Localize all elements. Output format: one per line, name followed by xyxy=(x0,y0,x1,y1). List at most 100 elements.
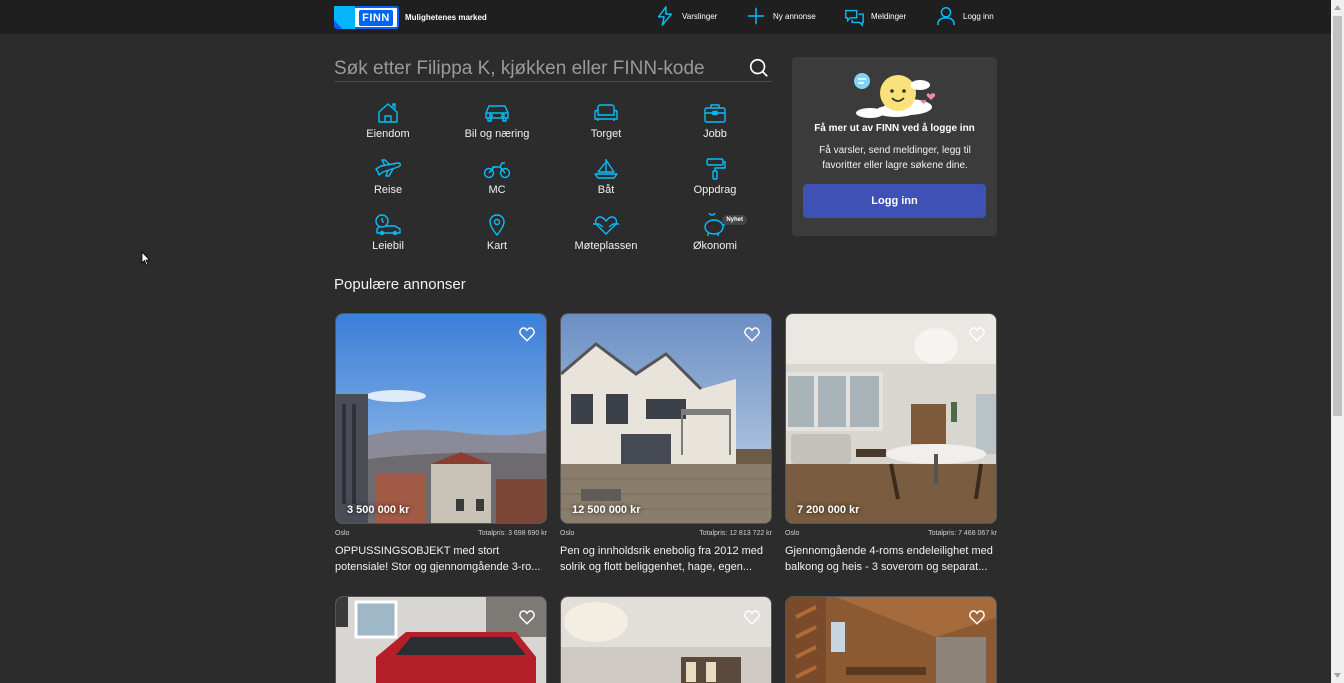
category-reise[interactable]: Reise xyxy=(334,157,442,201)
favorite-heart-icon[interactable] xyxy=(518,608,536,626)
category-moteplassen[interactable]: Møteplassen xyxy=(552,213,660,257)
top-header: FINN Mulighetenes marked Varslinger Ny a… xyxy=(0,0,1331,34)
ad-meta: Oslo Totalpris: 12 813 722 kr xyxy=(560,530,772,537)
ad-card[interactable]: 3 500 000 kr Oslo Totalpris: 3 698 690 k… xyxy=(335,313,547,575)
category-kart[interactable]: Kart xyxy=(443,213,551,257)
category-label: Båt xyxy=(597,184,615,196)
ad-price: 3 500 000 kr xyxy=(347,504,410,516)
category-label: Oppdrag xyxy=(693,184,737,196)
section-title-popular-ads: Populære annonser xyxy=(334,276,466,293)
ad-card[interactable]: 7 200 000 kr Oslo Totalpris: 7 468 067 k… xyxy=(785,313,997,575)
heart-handshake-icon xyxy=(593,216,619,235)
plus-icon xyxy=(747,7,765,25)
ad-title[interactable]: OPPUSSINGSOBJEKT med stort potensiale! S… xyxy=(335,543,547,575)
category-torget[interactable]: Torget xyxy=(552,101,660,145)
ad-title[interactable]: Gjennomgående 4-roms endeleilighet med b… xyxy=(785,543,997,575)
category-jobb[interactable]: Jobb xyxy=(661,101,769,145)
ad-location: Oslo xyxy=(560,530,575,537)
logo-tagline: Mulighetenes marked xyxy=(405,13,487,22)
user-icon xyxy=(937,7,955,26)
paint-roller-icon xyxy=(706,158,726,180)
nav-ny-annonse-label: Ny annonse xyxy=(773,11,816,21)
ad-photo-living-room xyxy=(786,314,996,523)
nyhet-badge: Nyhet xyxy=(722,215,747,225)
ad-photo-city-view xyxy=(336,314,546,523)
ad-price: 12 500 000 kr xyxy=(572,504,641,516)
logo-text: FINN xyxy=(359,9,393,26)
favorite-heart-icon[interactable] xyxy=(968,608,986,626)
smiling-sun-illustration-icon xyxy=(854,73,936,118)
nav-ny-annonse[interactable]: Ny annonse xyxy=(745,5,816,27)
category-label: Torget xyxy=(590,128,622,140)
search-input[interactable] xyxy=(334,55,734,82)
category-label: Økonomi xyxy=(692,240,738,252)
login-card-text: Få varsler, send meldinger, legg til fav… xyxy=(819,145,971,171)
nav-logg-inn-label: Logg inn xyxy=(963,11,994,21)
house-icon xyxy=(378,103,398,123)
ad-image[interactable] xyxy=(785,596,997,683)
nav-meldinger-label: Meldinger xyxy=(871,11,907,21)
category-bil-og-naering[interactable]: Bil og næring xyxy=(443,101,551,145)
category-leiebil[interactable]: Leiebil xyxy=(334,213,442,257)
ad-total-price: Totalpris: 3 698 690 kr xyxy=(478,530,547,537)
nav-varslinger-label: Varslinger xyxy=(682,11,718,21)
nav-varslinger[interactable]: Varslinger xyxy=(654,5,717,27)
category-eiendom[interactable]: Eiendom xyxy=(334,101,442,145)
category-label: Eiendom xyxy=(366,128,410,140)
favorite-heart-icon[interactable] xyxy=(743,325,761,343)
ad-image[interactable]: 12 500 000 kr xyxy=(560,313,772,524)
briefcase-icon xyxy=(704,104,726,123)
map-pin-icon xyxy=(489,214,505,236)
finn-logo[interactable]: FINN Mulighetenes marked xyxy=(334,6,487,29)
ad-meta: Oslo Totalpris: 3 698 690 kr xyxy=(335,530,547,537)
ad-photo-wooden-cabin xyxy=(786,597,996,683)
page-scrollbar[interactable] xyxy=(1331,0,1344,683)
category-label: Møteplassen xyxy=(574,240,638,252)
ad-image[interactable]: 3 500 000 kr xyxy=(335,313,547,524)
ad-location: Oslo xyxy=(785,530,800,537)
ad-title[interactable]: Pen og innholdsrik enebolig fra 2012 med… xyxy=(560,543,772,575)
ad-card[interactable]: 12 500 000 kr Oslo Totalpris: 12 813 722… xyxy=(560,313,772,575)
mouse-cursor-icon xyxy=(141,251,151,266)
scrollbar-thumb[interactable] xyxy=(1333,16,1342,416)
category-label: MC xyxy=(488,184,506,196)
nav-logg-inn[interactable]: Logg inn xyxy=(935,5,994,27)
car-icon xyxy=(485,105,509,122)
sofa-icon xyxy=(594,104,618,121)
category-mc[interactable]: MC xyxy=(443,157,551,201)
search-icon[interactable] xyxy=(748,57,770,79)
rental-car-icon xyxy=(375,214,401,236)
airplane-icon xyxy=(375,159,401,177)
ad-meta: Oslo Totalpris: 7 468 067 kr xyxy=(785,530,997,537)
nav-meldinger[interactable]: Meldinger xyxy=(843,5,906,27)
search-bar xyxy=(334,55,772,82)
category-bat[interactable]: Båt xyxy=(552,157,660,201)
favorite-heart-icon[interactable] xyxy=(743,608,761,626)
ad-total-price: Totalpris: 7 468 067 kr xyxy=(928,530,997,537)
login-button[interactable]: Logg inn xyxy=(803,184,986,218)
scroll-up-arrow-icon[interactable] xyxy=(1331,0,1344,15)
ad-price: 7 200 000 kr xyxy=(797,504,860,516)
ad-image[interactable] xyxy=(335,596,547,683)
ad-image[interactable]: 7 200 000 kr xyxy=(785,313,997,524)
category-okonomi[interactable]: Nyhet Økonomi xyxy=(661,213,769,257)
ad-image[interactable] xyxy=(560,596,772,683)
ad-total-price: Totalpris: 12 813 722 kr xyxy=(699,530,772,537)
sailboat-icon xyxy=(594,159,618,179)
motorcycle-icon xyxy=(483,162,511,179)
favorite-heart-icon[interactable] xyxy=(518,325,536,343)
ad-card[interactable] xyxy=(560,596,772,683)
login-promo-card: Få mer ut av FINN ved å logge inn Få var… xyxy=(792,57,997,236)
ad-photo-house xyxy=(561,314,771,523)
ad-card[interactable] xyxy=(335,596,547,683)
category-label: Leiebil xyxy=(372,240,404,252)
favorite-heart-icon[interactable] xyxy=(968,325,986,343)
scroll-down-arrow-icon[interactable] xyxy=(1331,668,1344,683)
category-label: Reise xyxy=(373,184,403,196)
ad-photo-red-car xyxy=(336,597,546,683)
finn-logo-mark: FINN xyxy=(334,6,399,29)
ad-photo-interior-lamp xyxy=(561,597,771,683)
ad-card[interactable] xyxy=(785,596,997,683)
ad-location: Oslo xyxy=(335,530,350,537)
category-oppdrag[interactable]: Oppdrag xyxy=(661,157,769,201)
